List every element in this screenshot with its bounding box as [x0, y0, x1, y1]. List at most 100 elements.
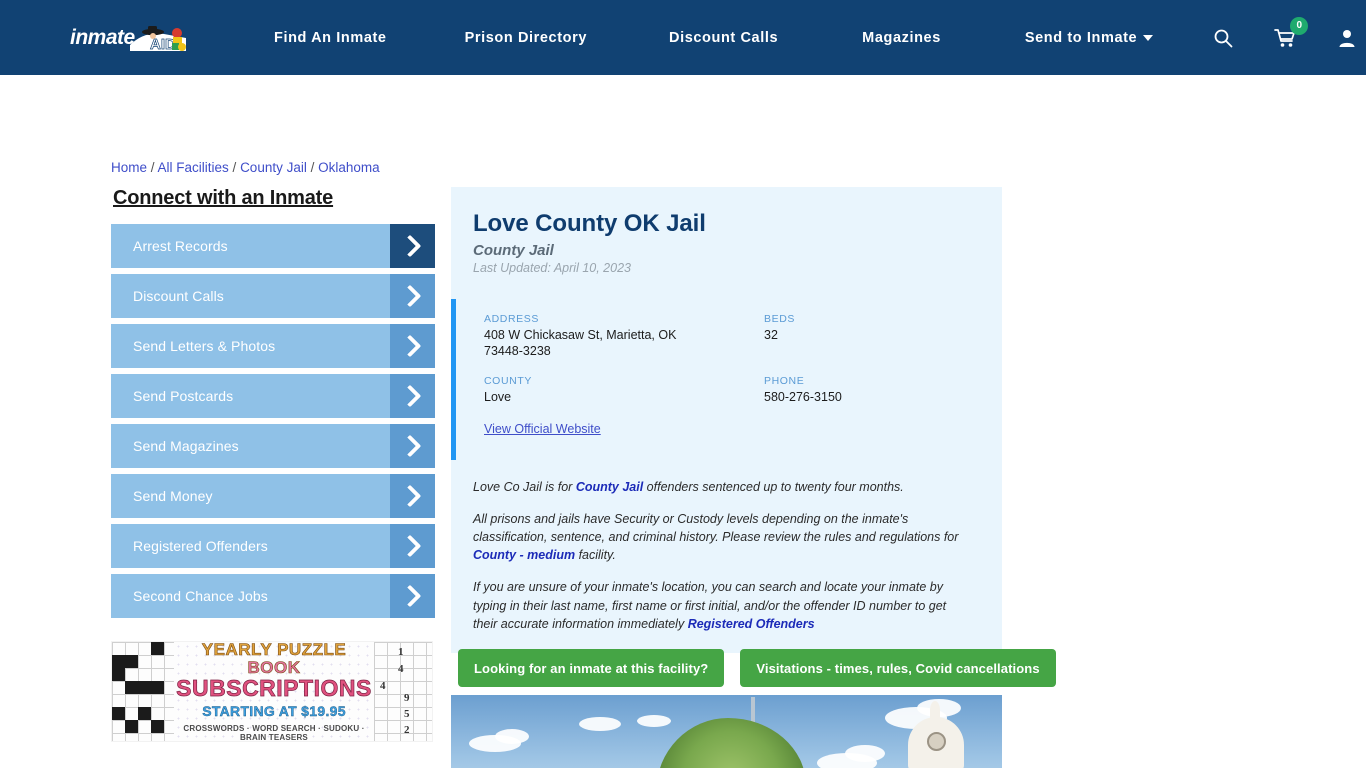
sidebar-item-send-magazines[interactable]: Send Magazines	[111, 424, 435, 468]
ad-headline-line2: SUBSCRIPTIONS	[176, 675, 372, 702]
ad-headline-line1-b: BOOK	[247, 657, 301, 677]
facility-info-block: ADDRESS 408 W Chickasaw St, Marietta, OK…	[451, 299, 980, 460]
breadcrumb-item-oklahoma[interactable]: Oklahoma	[318, 160, 380, 175]
ad-sudoku-grid-right: 1 4 4 9 5 2	[374, 642, 432, 741]
view-official-website-link[interactable]: View Official Website	[484, 422, 601, 436]
chevron-right-icon	[390, 474, 435, 518]
nav-link-prison-directory[interactable]: Prison Directory	[463, 24, 589, 52]
breadcrumb-separator: /	[228, 160, 241, 175]
breadcrumb-separator: /	[147, 160, 158, 175]
nav-link-magazines[interactable]: Magazines	[860, 24, 943, 52]
desc-p2-before: All prisons and jails have Security or C…	[473, 512, 959, 545]
breadcrumb-item-county-jail[interactable]: County Jail	[240, 160, 307, 175]
chevron-right-icon	[390, 224, 435, 268]
nav-link-find-an-inmate[interactable]: Find An Inmate	[272, 24, 389, 52]
sidebar-item-discount-calls[interactable]: Discount Calls	[111, 274, 435, 318]
county-label: COUNTY	[484, 375, 532, 388]
logo-text: inmate	[70, 25, 135, 49]
ad-sudoku-digit: 4	[380, 680, 386, 692]
top-navigation-bar: inmate AID Find An Inmate Prison Directo…	[0, 0, 1366, 75]
description-paragraph-1: Love Co Jail is for County Jail offender…	[473, 478, 972, 496]
sidebar-item-label: Discount Calls	[133, 288, 224, 304]
page-title: Love County OK Jail	[473, 210, 706, 237]
sidebar-item-label: Send Letters & Photos	[133, 338, 276, 354]
sidebar-title: Connect with an Inmate	[113, 187, 334, 209]
cart-count-badge: 0	[1290, 16, 1309, 35]
action-button-row: Looking for an inmate at this facility? …	[458, 649, 1056, 687]
sidebar-item-label: Registered Offenders	[133, 538, 268, 554]
description-paragraph-2: All prisons and jails have Security or C…	[473, 510, 972, 564]
looking-for-inmate-button[interactable]: Looking for an inmate at this facility?	[458, 649, 725, 687]
ad-sudoku-digit: 5	[404, 708, 410, 720]
facility-address-field: ADDRESS 408 W Chickasaw St, Marietta, OK…	[484, 313, 764, 359]
desc-p1-before: Love Co Jail is for	[473, 479, 576, 494]
facility-card: Love County OK Jail County Jail Last Upd…	[451, 187, 1002, 653]
chevron-right-icon	[390, 424, 435, 468]
address-value: 408 W Chickasaw St, Marietta, OK 73448-3…	[484, 328, 677, 358]
ad-crossword-grid-left	[112, 642, 174, 741]
breadcrumb-item-home[interactable]: Home	[111, 160, 147, 175]
desc-p3-link[interactable]: Registered Offenders	[688, 617, 815, 631]
sidebar-item-send-letters-photos[interactable]: Send Letters & Photos	[111, 324, 435, 368]
account-icon[interactable]	[1335, 26, 1359, 50]
sidebar-item-label: Send Magazines	[133, 438, 239, 454]
phone-value: 580-276-3150	[764, 390, 842, 405]
nav-icon-group: 0	[1211, 16, 1359, 50]
logo-aid-mark: AID	[128, 25, 190, 60]
cart-icon[interactable]: 0	[1273, 16, 1309, 50]
beds-value: 32	[764, 328, 778, 342]
sidebar-item-send-money[interactable]: Send Money	[111, 474, 435, 518]
phone-label: PHONE	[764, 375, 805, 388]
sidebar-item-registered-offenders[interactable]: Registered Offenders	[111, 524, 435, 568]
breadcrumb-item-all-facilities[interactable]: All Facilities	[158, 160, 229, 175]
facility-county-field: COUNTY Love	[484, 375, 764, 406]
chevron-right-icon	[390, 524, 435, 568]
ad-categories-line: CROSSWORDS · WORD SEARCH · SUDOKU · BRAI…	[183, 724, 365, 742]
sidebar-item-label: Send Postcards	[133, 388, 234, 404]
site-logo[interactable]: inmate AID	[70, 17, 190, 59]
nav-links: Find An Inmate Prison Directory Discount…	[260, 24, 1155, 52]
desc-p1-link[interactable]: County Jail	[576, 480, 643, 494]
courthouse-dome-cap	[930, 701, 940, 719]
sidebar-item-label: Arrest Records	[133, 238, 228, 254]
beds-label: BEDS	[764, 313, 795, 325]
ad-price-line: STARTING AT $19.95	[202, 703, 346, 720]
chevron-down-icon	[1143, 34, 1154, 41]
ad-sudoku-digit: 9	[404, 692, 410, 704]
ad-sudoku-digit: 4	[398, 663, 404, 675]
facility-photo	[451, 695, 1002, 768]
chevron-right-icon	[390, 274, 435, 318]
facility-beds-field: BEDS 32	[764, 313, 980, 359]
nav-link-send-to-inmate-label: Send to Inmate	[1024, 29, 1138, 46]
nav-link-discount-calls[interactable]: Discount Calls	[667, 24, 780, 52]
county-value: Love	[484, 390, 512, 405]
clock-face	[927, 732, 946, 751]
description-paragraph-3: If you are unsure of your inmate's locat…	[473, 578, 972, 632]
breadcrumb-separator: /	[306, 160, 319, 175]
facility-info-grid: ADDRESS 408 W Chickasaw St, Marietta, OK…	[484, 313, 980, 406]
chevron-right-icon	[390, 324, 435, 368]
breadcrumb: Home / All Facilities / County Jail / Ok…	[111, 160, 380, 175]
desc-p2-link[interactable]: County - medium	[473, 548, 575, 562]
nav-link-send-to-inmate[interactable]: Send to Inmate	[1023, 24, 1155, 52]
sidebar-item-label: Send Money	[133, 488, 213, 504]
sidebar-item-label: Second Chance Jobs	[133, 588, 268, 604]
ad-sudoku-digit: 2	[404, 724, 410, 736]
sidebar-item-send-postcards[interactable]: Send Postcards	[111, 374, 435, 418]
sidebar: Connect with an Inmate Arrest Records Di…	[111, 187, 435, 624]
puzzle-book-ad-banner[interactable]: 1 4 4 9 5 2 YEARLY PUZZLE BOOK SUBSCRIPT…	[111, 641, 433, 742]
sidebar-item-arrest-records[interactable]: Arrest Records	[111, 224, 435, 268]
visitations-button[interactable]: Visitations - times, rules, Covid cancel…	[740, 649, 1056, 687]
ad-sudoku-digit: 1	[398, 646, 404, 658]
page-body: Home / All Facilities / County Jail / Ok…	[0, 75, 1366, 768]
desc-p2-after: facility.	[575, 548, 616, 563]
ad-text-block: YEARLY PUZZLE BOOK SUBSCRIPTIONS STARTIN…	[174, 642, 374, 741]
chevron-right-icon	[390, 574, 435, 618]
address-label: ADDRESS	[484, 313, 539, 325]
desc-p1-after: offenders sentenced up to twenty four mo…	[643, 479, 904, 494]
tree-primary	[656, 718, 806, 768]
last-updated-text: Last Updated: April 10, 2023	[473, 261, 631, 275]
sidebar-item-second-chance-jobs[interactable]: Second Chance Jobs	[111, 574, 435, 618]
search-icon[interactable]	[1211, 26, 1235, 50]
facility-phone-field: PHONE 580-276-3150	[764, 375, 980, 406]
